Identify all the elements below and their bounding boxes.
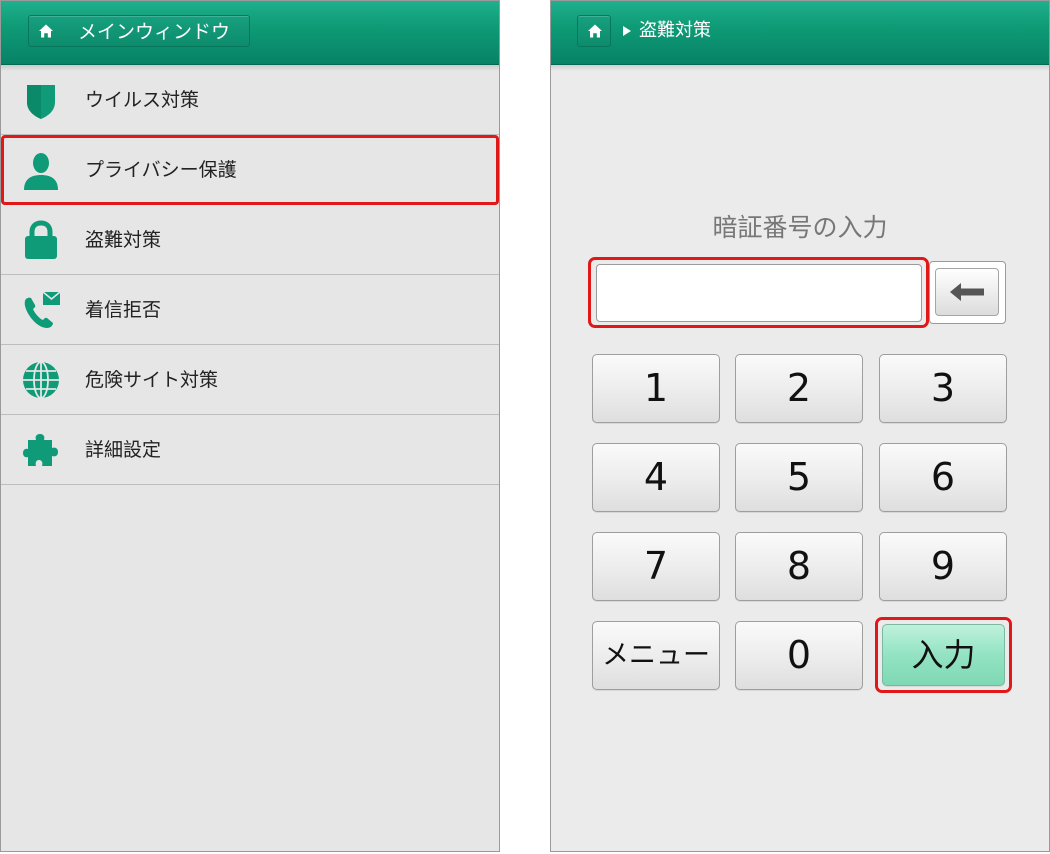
shield-icon	[27, 85, 55, 119]
lock-icon	[25, 220, 57, 259]
menu-item-label: 着信拒否	[85, 299, 162, 321]
puzzle-icon	[23, 434, 58, 466]
menu-item-label: 詳細設定	[85, 439, 162, 461]
pin-input-highlight	[588, 257, 929, 328]
menu-item-privacy[interactable]: プライバシー保護	[1, 135, 499, 205]
theft-protection-panel: 盗難対策 暗証番号の入力	[550, 0, 1050, 852]
home-button[interactable]	[577, 15, 611, 47]
breadcrumb-arrow-icon	[623, 26, 631, 36]
menu-item-label: 危険サイト対策	[85, 369, 219, 391]
person-icon	[24, 153, 58, 190]
theft-header: 盗難対策	[551, 1, 1049, 65]
globe-icon	[23, 361, 59, 399]
main-menu-list: ウイルス対策 プライバシー保護 盗難対策 着信拒否 危険サイト対策 詳細設定	[1, 65, 499, 485]
main-window-title: メインウィンドウ	[78, 21, 231, 43]
key-2[interactable]: 2	[735, 354, 863, 423]
home-icon	[39, 24, 53, 38]
key-7[interactable]: 7	[592, 532, 720, 601]
pin-input[interactable]	[596, 264, 922, 322]
menu-item-label: ウイルス対策	[85, 89, 200, 111]
breadcrumb-title: 盗難対策	[639, 20, 711, 41]
menu-item-theft[interactable]: 盗難対策	[1, 205, 499, 275]
home-icon	[588, 24, 602, 38]
key-5[interactable]: 5	[735, 443, 863, 512]
key-1[interactable]: 1	[592, 354, 720, 423]
menu-item-label: 盗難対策	[85, 229, 162, 251]
main-header: メインウィンドウ	[1, 1, 499, 65]
back-arrow-icon	[950, 283, 984, 301]
menu-item-virus[interactable]: ウイルス対策	[1, 65, 499, 135]
key-6[interactable]: 6	[879, 443, 1007, 512]
menu-key[interactable]: メニュー	[592, 621, 720, 690]
menu-item-dangerous-sites[interactable]: 危険サイト対策	[1, 345, 499, 415]
menu-item-label: プライバシー保護	[85, 159, 237, 181]
home-button[interactable]: メインウィンドウ	[28, 15, 250, 47]
enter-key-highlight: 入力	[875, 617, 1012, 693]
key-4[interactable]: 4	[592, 443, 720, 512]
enter-button[interactable]: 入力	[882, 624, 1005, 686]
phone-mail-icon	[24, 291, 61, 328]
backspace-button[interactable]	[929, 261, 1006, 324]
menu-item-call-block[interactable]: 着信拒否	[1, 275, 499, 345]
key-3[interactable]: 3	[879, 354, 1007, 423]
key-8[interactable]: 8	[735, 532, 863, 601]
pin-entry-title: 暗証番号の入力	[712, 213, 888, 242]
main-window-panel: メインウィンドウ ウイルス対策 プライバシー保護 盗難対策 着信拒否 危険サイト…	[0, 0, 500, 852]
menu-item-advanced-settings[interactable]: 詳細設定	[1, 415, 499, 485]
key-0[interactable]: 0	[735, 621, 863, 690]
key-9[interactable]: 9	[879, 532, 1007, 601]
